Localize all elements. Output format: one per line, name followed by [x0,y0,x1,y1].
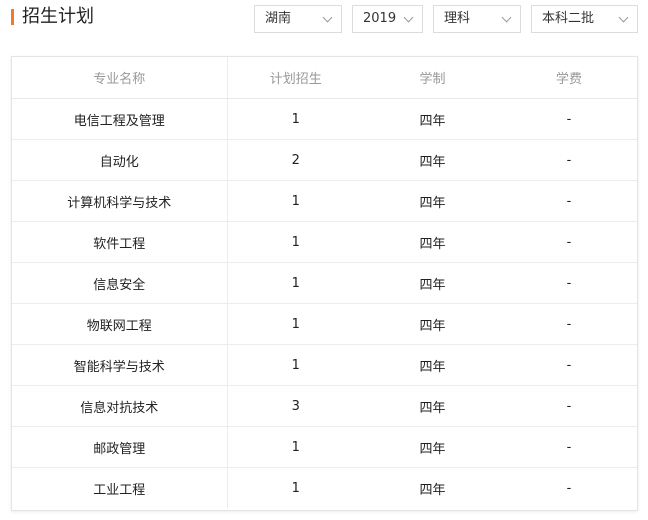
table-row: 自动化 2 四年 - [12,139,637,181]
major-cell: 智能科学与技术 [12,344,228,386]
table-row: 信息对抗技术 3 四年 - [12,385,637,427]
chevron-down-icon [618,12,629,23]
tuition-cell: - [501,98,637,140]
major-cell: 邮政管理 [12,426,228,468]
year-select[interactable]: 2019 [352,5,423,33]
batch-select-value: 本科二批 [542,11,595,26]
tuition-cell: - [501,385,637,427]
major-cell: 物联网工程 [12,303,228,345]
subject-select-value: 理科 [444,11,471,26]
plan-count-cell: 1 [227,303,364,345]
duration-cell: 四年 [364,385,501,427]
enrollment-plan-table: 专业名称 计划招生 学制 学费 电信工程及管理 1 四年 - 自动化 2 四年 [11,56,638,511]
major-cell: 电信工程及管理 [12,98,228,140]
major-cell: 自动化 [12,139,228,181]
tuition-cell: - [501,303,637,345]
tuition-cell: - [501,262,637,304]
duration-cell: 四年 [364,221,501,263]
page: 招生计划 湖南 2019 理科 本科二批 专业名称 计划招生 学制 学费 电信工… [0,0,648,520]
tuition-cell: - [501,180,637,222]
chevron-down-icon [322,12,333,23]
province-select[interactable]: 湖南 [254,5,342,33]
tuition-cell: - [501,344,637,386]
table-row: 电信工程及管理 1 四年 - [12,98,637,140]
tuition-cell: - [501,221,637,263]
header: 招生计划 湖南 2019 理科 本科二批 [0,0,648,40]
plan-count-cell: 1 [291,480,300,496]
batch-select[interactable]: 本科二批 [531,5,638,33]
subject-select[interactable]: 理科 [433,5,521,33]
table-row: 物联网工程 1 四年 - [12,303,637,345]
table-row: 计算机科学与技术 1 四年 - [12,180,637,222]
plan-count-cell: 1 [227,426,364,468]
duration-cell: 四年 [364,262,501,304]
page-title: 招生计划 [22,6,94,27]
plan-table: 专业名称 计划招生 学制 学费 电信工程及管理 1 四年 - 自动化 2 四年 [12,57,637,508]
table-header-row: 专业名称 计划招生 学制 学费 [12,57,637,99]
plan-count-cell: 1 [227,344,364,386]
column-header-tuition: 学费 [501,57,637,99]
major-cell: 信息对抗技术 [12,385,228,427]
plan-count-cell: 1 [227,221,364,263]
tuition-cell: - [501,426,637,468]
title-accent-bar [11,9,14,25]
table-row: 软件工程 1 四年 - [12,221,637,263]
duration-cell: 四年 [364,303,501,345]
plan-count-cell: 1 [227,262,364,304]
chevron-down-icon [501,12,512,23]
plan-count-cell: 1 [227,180,364,222]
major-cell: 计算机科学与技术 [12,180,228,222]
chevron-down-icon [403,12,414,23]
province-select-value: 湖南 [265,11,292,26]
table-row: 信息安全 1 四年 - [12,262,637,304]
column-header-duration: 学制 [364,57,501,99]
major-cell: 工业工程 [12,467,228,508]
major-cell: 软件工程 [12,221,228,263]
duration-cell: 四年 [364,344,501,386]
column-header-plan-count: 计划招生 [227,57,364,99]
duration-cell: 四年 [364,180,501,222]
duration-cell: 四年 [419,482,446,498]
duration-cell: 四年 [364,139,501,181]
plan-count-cell: 2 [227,139,364,181]
plan-count-cell: 1 [227,98,364,140]
duration-cell: 四年 [364,426,501,468]
tuition-cell: - [566,480,572,496]
duration-cell: 四年 [364,98,501,140]
tuition-cell: - [501,139,637,181]
table-row: 智能科学与技术 1 四年 - [12,344,637,386]
plan-count-cell: 3 [227,385,364,427]
table-row: 邮政管理 1 四年 - [12,426,637,468]
year-select-value: 2019 [363,11,397,26]
table-row: 工业工程 1 四年 - [12,467,637,508]
major-cell: 信息安全 [12,262,228,304]
column-header-major: 专业名称 [12,57,228,99]
